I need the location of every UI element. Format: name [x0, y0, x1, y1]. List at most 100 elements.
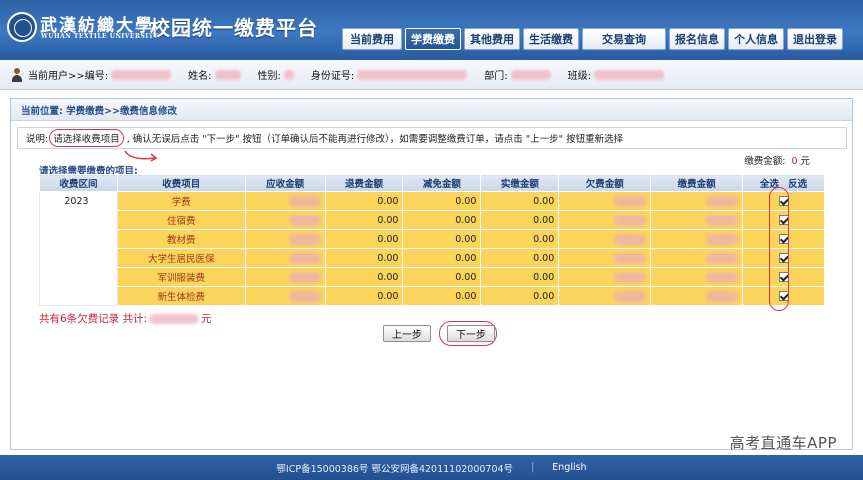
university-name-en: WUHAN TEXTILE UNIVERSITY: [41, 33, 159, 40]
payment-cell: [650, 267, 744, 287]
main-nav: 当前费用 学费缴费 其他费用 生活缴费 交易查询 报名信息 个人信息 退出登录: [342, 28, 843, 52]
university-emblem-icon: [7, 12, 37, 42]
nav-other-fees[interactable]: 其他费用: [464, 28, 520, 50]
payment-cell: [650, 248, 744, 268]
waived-cell: 0.00: [402, 210, 482, 230]
fee-items-table: 收费区间 收费项目 应收金额 退费金额 减免金额 实缴金额 欠费金额 缴费金额 …: [39, 174, 825, 306]
paid-cell: 0.00: [480, 267, 560, 287]
arrears-summary: 共有6条欠费记录 共计: 元: [39, 311, 212, 326]
table-row: 2023 学费 0.00 0.00 0.00: [39, 191, 825, 306]
redacted-department: [510, 69, 551, 80]
table-row: 教材费 0.00 0.00 0.00: [40, 229, 825, 249]
arrears-cell: [558, 210, 652, 230]
redacted-name: [214, 69, 241, 80]
waived-cell: 0.00: [402, 286, 482, 306]
current-user-label: 当前用户>>编号:: [28, 71, 109, 82]
name-label: 姓名:: [188, 71, 212, 82]
breadcrumb: 当前位置: 学费缴费>>缴费信息修改: [11, 99, 852, 121]
item-name: 学费: [116, 191, 246, 211]
nav-tuition-payment[interactable]: 学费缴费: [405, 28, 461, 50]
receivable-cell: [244, 286, 326, 306]
arrears-cell: [558, 248, 652, 268]
item-name: 军训服装费: [116, 267, 246, 287]
content-panel: 当前位置: 学费缴费>>缴费信息修改 说明: 请选择收费项目 , 确认无误后点击…: [10, 98, 853, 450]
redacted-id: [111, 69, 172, 80]
nav-logout[interactable]: 退出登录: [787, 28, 843, 50]
paid-cell: 0.00: [480, 210, 560, 230]
note-prefix: 说明:: [26, 134, 49, 145]
prev-step-button[interactable]: 上一步: [383, 325, 431, 342]
payment-total-value: 0: [791, 156, 798, 167]
payment-cell: [650, 229, 744, 249]
payment-total-label: 缴费金额:: [744, 156, 786, 167]
col-receivable: 应收金额: [244, 174, 326, 192]
nav-registration-info[interactable]: 报名信息: [669, 28, 725, 50]
table-header-row: 收费区间 收费项目 应收金额 退费金额 减免金额 实缴金额 欠费金额 缴费金额 …: [39, 174, 825, 192]
annotation-arrow-icon: [124, 150, 158, 162]
col-paid: 实缴金额: [480, 174, 560, 192]
arrears-cell: [558, 191, 652, 211]
refund-cell: 0.00: [324, 286, 404, 306]
paid-cell: 0.00: [480, 229, 560, 249]
table-row: 住宿费 0.00 0.00 0.00: [40, 210, 825, 230]
arrears-cell: [558, 267, 652, 287]
paid-cell: 0.00: [480, 191, 560, 211]
checkbox-annotation-ring: [769, 187, 789, 311]
next-step-button[interactable]: 下一步: [447, 325, 495, 342]
footer-icp: 鄂ICP备15000386号 鄂公安网备42011102000704号: [276, 463, 514, 475]
col-payment: 缴费金额: [650, 174, 744, 192]
paid-cell: 0.00: [480, 286, 560, 306]
summary-unit: 元: [201, 313, 212, 325]
receivable-cell: [244, 210, 326, 230]
redacted-gender: [283, 69, 294, 80]
col-arrears: 欠费金额: [558, 174, 652, 192]
payment-cell: [650, 191, 744, 211]
col-item: 收费项目: [116, 174, 246, 192]
waived-cell: 0.00: [402, 267, 482, 287]
redacted-id-number: [357, 69, 468, 80]
refund-cell: 0.00: [324, 210, 404, 230]
receivable-cell: [244, 191, 326, 211]
table-row: 新生体检费 0.00 0.00 0.00: [40, 286, 825, 306]
invert-select-link[interactable]: 反选: [788, 179, 807, 190]
nav-current-fees[interactable]: 当前费用: [342, 28, 402, 50]
redacted-class: [594, 69, 665, 80]
english-link[interactable]: English: [552, 462, 586, 473]
payment-cell: [650, 210, 744, 230]
id-number-label: 身份证号:: [310, 71, 355, 82]
refund-cell: 0.00: [324, 229, 404, 249]
col-period: 收费区间: [39, 174, 118, 192]
header: 武漢紡織大學 WUHAN TEXTILE UNIVERSITY 校园统一缴费平台…: [0, 0, 863, 60]
payment-total: 缴费金额: 0 元: [744, 153, 810, 167]
table-row: 大学生居民医保 0.00 0.00 0.00: [40, 248, 825, 268]
nav-transaction-query[interactable]: 交易查询: [582, 28, 666, 50]
table-row: 军训服装费 0.00 0.00 0.00: [40, 267, 825, 287]
period-cell: 2023: [39, 191, 118, 306]
paid-cell: 0.00: [480, 248, 560, 268]
col-waived: 减免金额: [402, 174, 482, 192]
gender-label: 性别:: [257, 71, 281, 82]
arrears-cell: [558, 286, 652, 306]
item-name: 新生体检费: [116, 286, 246, 306]
nav-living-payment[interactable]: 生活缴费: [523, 28, 579, 50]
item-name: 住宿费: [116, 210, 246, 230]
class-label: 班级:: [567, 71, 592, 82]
note-text: , 确认无误后点击 "下一步" 按钮（订单确认后不能再进行修改），如需要调整缴费…: [126, 134, 624, 145]
department-label: 部门:: [484, 71, 508, 82]
user-info-bar: 当前用户>>编号: 姓名: 性别: 身份证号: 部门: 班级:: [0, 60, 863, 90]
refund-cell: 0.00: [324, 191, 404, 211]
waived-cell: 0.00: [402, 248, 482, 268]
summary-text: 共有6条欠费记录 共计:: [39, 313, 148, 325]
receivable-cell: [244, 229, 326, 249]
nav-personal-info[interactable]: 个人信息: [728, 28, 784, 50]
step-buttons: 上一步 下一步: [383, 325, 495, 342]
footer-separator: |: [531, 462, 535, 473]
user-icon: [10, 67, 24, 82]
arrears-cell: [558, 229, 652, 249]
receivable-cell: [244, 248, 326, 268]
item-name: 大学生居民医保: [116, 248, 246, 268]
watermark-text: 高考直通车APP: [729, 434, 837, 452]
payment-total-unit: 元: [800, 156, 810, 167]
footer: 鄂ICP备15000386号 鄂公安网备42011102000704号 | En…: [0, 455, 863, 480]
item-name: 教材费: [116, 229, 246, 249]
